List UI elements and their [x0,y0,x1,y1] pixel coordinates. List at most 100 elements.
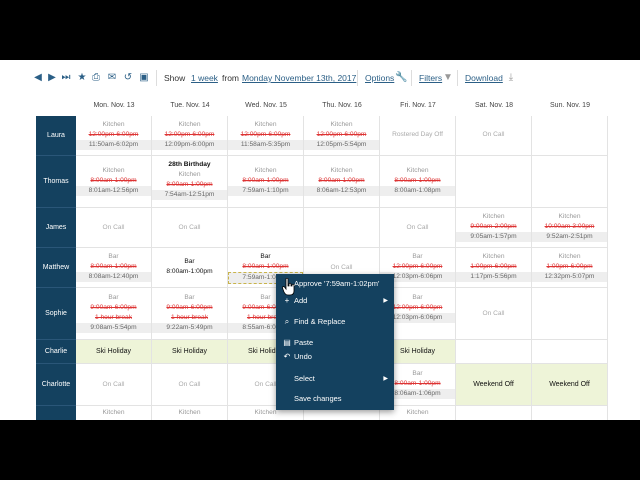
shift-cell[interactable]: Kitchen 9:00am-2:00pm 9:05am-1:57pm [456,208,532,248]
menu-add[interactable]: + Add ▶ [276,294,394,308]
shift-cell[interactable]: Kitchen 12:00pm-6:00pm 12:05pm-5:54pm [304,116,380,156]
shift-role: Bar [412,253,423,260]
period-link[interactable]: 1 week [191,73,218,83]
shift-cell[interactable]: Bar 8:00am-1:00pm [152,248,228,288]
shift-cell[interactable]: Kitchen [76,406,152,420]
options-link[interactable]: Options [365,73,394,83]
empty-cell[interactable] [456,156,532,208]
menu-save[interactable]: Save changes [276,392,394,406]
shift-cell[interactable]: Kitchen 12:00pm-6:00pm 11:58am-5:35pm [228,116,304,156]
save-icon[interactable]: ▣ [138,72,150,84]
star-icon[interactable]: ★ [76,72,88,84]
shift-cell[interactable]: Bar 8:00am-1:00pm 8:08am-12:40pm [76,248,152,288]
undo-icon[interactable]: ↺ [122,72,134,84]
prev-arrow-icon[interactable]: ◀ [32,72,44,84]
hand-cursor-icon [282,278,295,296]
shift-planned: 10:00am-3:00pm [544,223,595,230]
empty-cell[interactable] [532,406,608,420]
shift-cell[interactable]: Kitchen 12:00pm-6:00pm 12:09pm-6:00pm [152,116,228,156]
shift-role: Kitchen [178,171,201,178]
last-arrow-icon[interactable]: ⏭ [60,72,72,84]
shift-planned: 8:00am-1:00pm [90,263,137,270]
shift-actual: 8:06am-12:53pm [304,186,379,196]
date-link[interactable]: Monday November 13th, 2017 [242,73,356,83]
weekend-label: Weekend Off [549,381,590,388]
roster-screen: ◀ ▶ ⏭ ★ ⎙ ✉ ↺ ▣ Show 1 week from Monday … [0,60,640,420]
shift-actual: 11:50am-6:02pm [76,140,151,150]
shift-cell[interactable]: On Call [456,116,532,156]
shift-cell[interactable]: Kitchen 8:00am-1:00pm 8:00am-1:08pm [380,156,456,208]
shift-role: Kitchen [254,121,277,128]
shift-cell[interactable]: Kitchen [152,406,228,420]
shift-cell[interactable]: On Call [152,364,228,406]
person-thomas[interactable]: Thomas [36,156,76,208]
download-link[interactable]: Download [465,73,503,83]
empty-cell[interactable] [532,288,608,340]
download-icon: ⤓ [508,72,514,83]
divider [457,70,458,86]
empty-cell[interactable] [456,406,532,420]
shift-planned: 12:00pm-6:00pm [316,131,367,138]
shift-cell[interactable]: On Call [152,208,228,248]
empty-cell[interactable] [456,340,532,364]
person-sophie[interactable]: Sophie [36,288,76,340]
weekend-cell[interactable]: Weekend Off [456,364,532,406]
next-arrow-icon[interactable]: ▶ [46,72,58,84]
shift-actual: 1:17pm-5:56pm [456,272,531,282]
shift-actual: 11:58am-5:35pm [228,140,303,150]
shift-role: Kitchen [330,121,353,128]
menu-select[interactable]: Select ▶ [276,372,394,386]
menu-find-replace[interactable]: ⌕ Find & Replace [276,315,394,329]
shift-cell[interactable]: Kitchen 1:00pm-6:00pm 1:17pm-5:56pm [456,248,532,288]
shift-cell[interactable]: Bar 9:00am-6:00pm 1 hour break 9:22am-5:… [152,288,228,340]
shift-cell[interactable]: Kitchen 8:00am-1:00pm 7:59am-1:10pm [228,156,304,208]
print-icon[interactable]: ⎙ [90,72,102,84]
empty-cell[interactable] [532,116,608,156]
holiday-label: Ski Holiday [95,348,131,355]
empty-cell[interactable] [532,156,608,208]
shift-cell[interactable]: Kitchen 8:00am-1:00pm 8:06am-12:53pm [304,156,380,208]
shift-role: Bar [260,253,271,260]
person-charlotte[interactable]: Charlotte [36,364,76,406]
person-matthew[interactable]: Matthew [36,248,76,288]
empty-cell[interactable] [228,208,304,248]
shift-planned: 8:00am-1:00pm [242,263,289,270]
shift-cell[interactable]: Rostered Day Off [380,116,456,156]
shift-actual: 9:08am-5:54pm [76,323,151,333]
shift-status: On Call [102,381,125,388]
menu-paste[interactable]: ▤ Paste [276,336,394,350]
person-james[interactable]: James [36,208,76,248]
divider [156,70,157,86]
weekend-cell[interactable]: Weekend Off [532,364,608,406]
person-laura[interactable]: Laura [36,116,76,156]
shift-actual: 7:59am-1:10pm [228,186,303,196]
shift-cell[interactable]: Bar 9:00am-6:00pm 1 hour break 9:08am-5:… [76,288,152,340]
shift-status: On Call [102,224,125,231]
mail-icon[interactable]: ✉ [106,72,118,84]
plus-icon: + [284,296,290,305]
shift-role: Bar [184,294,195,301]
shift-cell[interactable]: On Call [76,208,152,248]
shift-cell[interactable]: On Call [76,364,152,406]
shift-role: Kitchen [178,121,201,128]
shift-cell[interactable]: Kitchen 1:00pm-6:00pm 12:32pm-5:07pm [532,248,608,288]
shift-cell[interactable]: On Call [380,208,456,248]
filters-link[interactable]: Filters [419,73,442,83]
event-title: 28th Birthday [168,161,211,168]
person-charlie[interactable]: Charlie [36,340,76,364]
empty-cell[interactable] [532,340,608,364]
shift-cell[interactable]: On Call [456,288,532,340]
shift-cell[interactable]: Kitchen 8:00am-1:00pm 8:01am-12:56pm [76,156,152,208]
shift-cell[interactable]: Kitchen 10:00am-3:00pm 9:52am-2:51pm [532,208,608,248]
holiday-cell[interactable]: Ski Holiday [76,340,152,364]
holiday-cell[interactable]: Ski Holiday [152,340,228,364]
shift-cell[interactable]: Kitchen 12:00pm-6:00pm 11:50am-6:02pm [76,116,152,156]
person-partial[interactable] [36,406,76,420]
empty-cell[interactable] [304,208,380,248]
shift-cell[interactable]: 28th Birthday Kitchen 8:00am-1:00pm 7:54… [152,156,228,208]
shift-role: Kitchen [330,167,353,174]
menu-undo[interactable]: ↶ Undo [276,350,394,364]
shift-role: Kitchen [558,253,581,260]
from-label: from [222,73,239,83]
shift-status: On Call [482,131,505,138]
